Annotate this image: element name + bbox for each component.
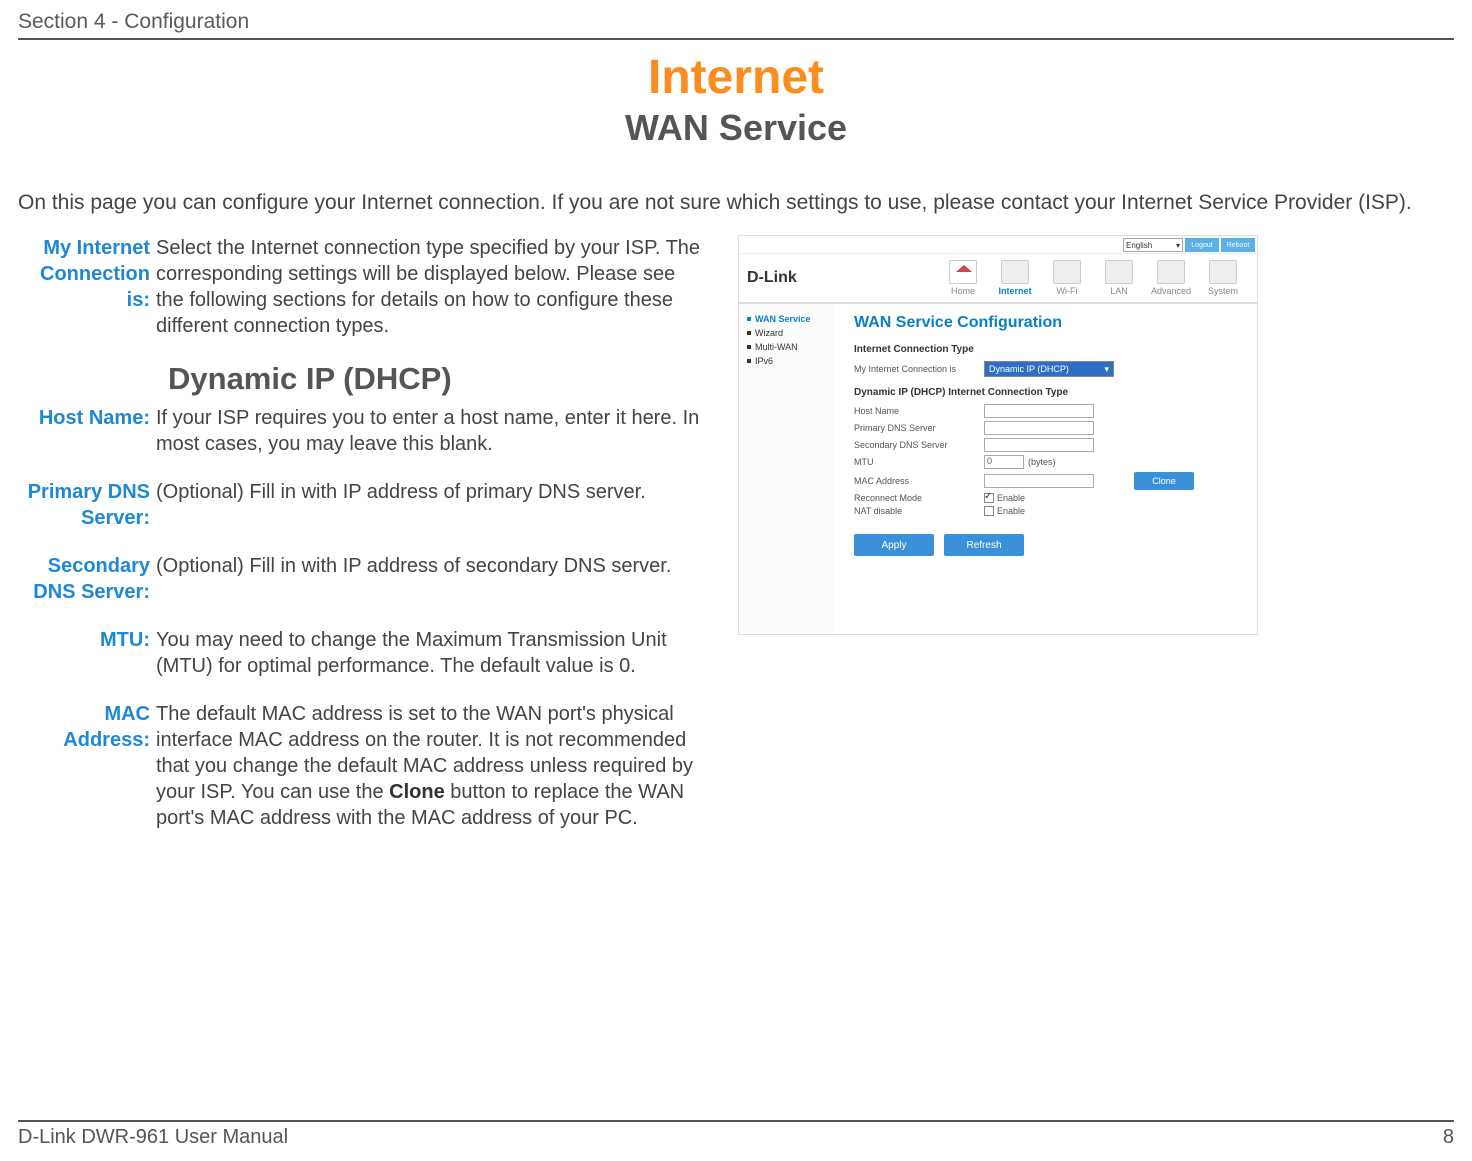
definitions-column: My Internet Connection is: Select the In…	[18, 235, 708, 853]
nav-system-label: System	[1208, 286, 1238, 296]
nav-internet[interactable]: Internet	[989, 260, 1041, 296]
connection-type-value: Dynamic IP (DHCP)	[989, 364, 1069, 374]
nav-wifi[interactable]: Wi-Fi	[1041, 260, 1093, 296]
nat-checkbox[interactable]	[984, 506, 994, 516]
label-mac: MAC Address:	[18, 701, 156, 831]
footer-left: D-Link DWR-961 User Manual	[18, 1126, 288, 1149]
section-dhcp: Dynamic IP (DHCP) Internet Connection Ty…	[854, 387, 1237, 398]
field-label-hostname: Host Name	[854, 406, 984, 416]
logo: D-Link	[747, 269, 837, 287]
field-label-pdns: Primary DNS Server	[854, 423, 984, 433]
section-header: Section 4 - Configuration	[18, 10, 1454, 40]
sidebar-item-multiwan[interactable]: Multi-WAN	[747, 340, 826, 354]
system-icon	[1209, 260, 1237, 284]
field-label-reconnect: Reconnect Mode	[854, 493, 984, 503]
mac-input[interactable]	[984, 474, 1094, 488]
footer-page-number: 8	[1443, 1126, 1454, 1149]
text-host-name: If your ISP requires you to enter a host…	[156, 405, 708, 457]
section-conn-type: Internet Connection Type	[854, 344, 1237, 355]
text-mac: The default MAC address is set to the WA…	[156, 701, 708, 831]
page-title: Internet	[18, 50, 1454, 105]
field-label-my-conn: My Internet Connection is	[854, 364, 984, 374]
text-mtu: You may need to change the Maximum Trans…	[156, 627, 708, 679]
secondary-dns-input[interactable]	[984, 438, 1094, 452]
connection-type-select[interactable]: Dynamic IP (DHCP) ▾	[984, 361, 1114, 377]
label-primary-dns: Primary DNS Server:	[18, 479, 156, 531]
nav-lan-label: LAN	[1110, 286, 1128, 296]
sidebar-item-wan[interactable]: WAN Service	[747, 312, 826, 326]
clone-button[interactable]: Clone	[1134, 472, 1194, 490]
advanced-icon	[1157, 260, 1185, 284]
field-label-sdns: Secondary DNS Server	[854, 440, 984, 450]
text-secondary-dns: (Optional) Fill in with IP address of se…	[156, 553, 708, 605]
text-primary-dns: (Optional) Fill in with IP address of pr…	[156, 479, 708, 531]
sidebar-item-wizard[interactable]: Wizard	[747, 326, 826, 340]
label-my-internet: My Internet Connection is:	[18, 235, 156, 339]
lan-icon	[1105, 260, 1133, 284]
mtu-unit: (bytes)	[1028, 457, 1056, 467]
reconnect-checkbox[interactable]	[984, 493, 994, 503]
mtu-input[interactable]: 0	[984, 455, 1024, 469]
reboot-button[interactable]: Reboot	[1221, 238, 1255, 252]
nav-home-label: Home	[951, 286, 975, 296]
nav-system[interactable]: System	[1197, 260, 1249, 296]
logout-button[interactable]: Logout	[1185, 238, 1219, 252]
apply-button[interactable]: Apply	[854, 534, 934, 556]
panel-title: WAN Service Configuration	[854, 314, 1237, 332]
nav-home[interactable]: Home	[937, 260, 989, 296]
text-my-internet: Select the Internet connection type spec…	[156, 235, 708, 339]
router-ui-screenshot: English ▾ Logout Reboot D-Link Home Inte…	[738, 235, 1258, 635]
nav-advanced[interactable]: Advanced	[1145, 260, 1197, 296]
label-secondary-dns: Secondary DNS Server:	[18, 553, 156, 605]
wifi-icon	[1053, 260, 1081, 284]
intro-text: On this page you can configure your Inte…	[18, 189, 1454, 217]
mac-bold: Clone	[389, 781, 445, 803]
reconnect-enable-text: Enable	[997, 493, 1025, 503]
internet-icon	[1001, 260, 1029, 284]
hostname-input[interactable]	[984, 404, 1094, 418]
nav-advanced-label: Advanced	[1151, 286, 1191, 296]
nav-wifi-label: Wi-Fi	[1057, 286, 1078, 296]
nav-lan[interactable]: LAN	[1093, 260, 1145, 296]
field-label-mac: MAC Address	[854, 476, 984, 486]
language-select[interactable]: English ▾	[1123, 238, 1183, 252]
sidebar-item-ipv6[interactable]: IPv6	[747, 354, 826, 368]
field-label-nat: NAT disable	[854, 506, 984, 516]
page-subtitle: WAN Service	[18, 107, 1454, 149]
refresh-button[interactable]: Refresh	[944, 534, 1024, 556]
nat-enable-text: Enable	[997, 506, 1025, 516]
home-icon	[949, 260, 977, 284]
subheading-dhcp: Dynamic IP (DHCP)	[168, 361, 708, 397]
primary-dns-input[interactable]	[984, 421, 1094, 435]
chevron-down-icon: ▾	[1176, 241, 1180, 250]
language-value: English	[1126, 241, 1152, 250]
label-host-name: Host Name:	[18, 405, 156, 457]
field-label-mtu: MTU	[854, 457, 984, 467]
chevron-down-icon: ▾	[1104, 364, 1109, 375]
nav-internet-label: Internet	[998, 286, 1031, 296]
label-mtu: MTU:	[18, 627, 156, 679]
